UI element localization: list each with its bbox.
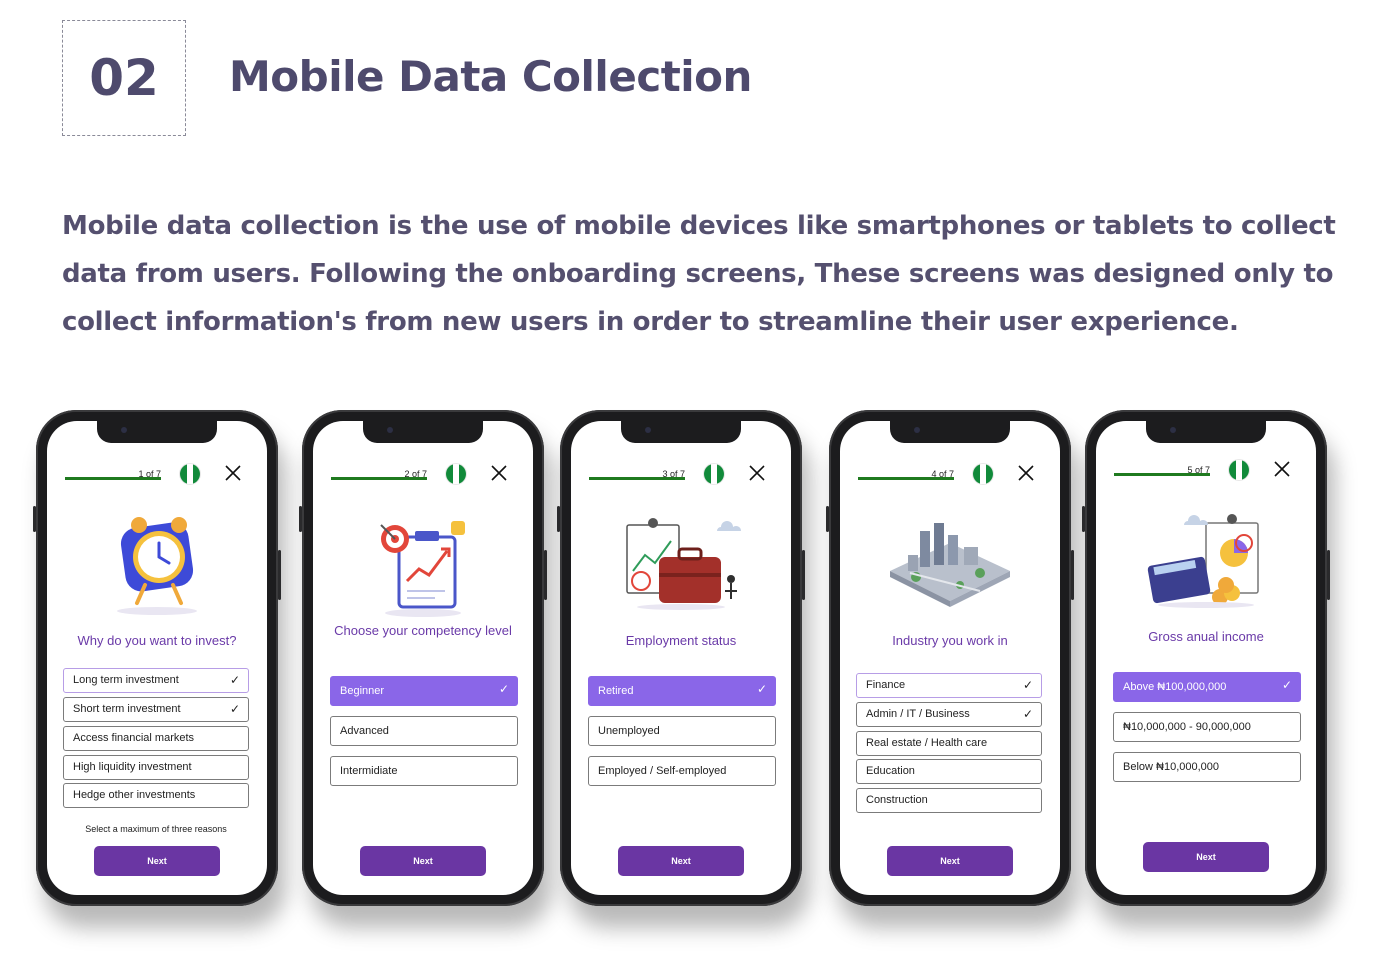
target-growth-chart-illustration [353, 511, 493, 621]
close-icon[interactable] [223, 463, 243, 483]
nigeria-flag-icon [445, 463, 467, 485]
phone-mockup-3: 3 of 7 Employment status Retired ✓ Unemp… [557, 410, 805, 906]
step-counter: 1 of 7 [138, 469, 161, 479]
phone-notch [1146, 421, 1266, 443]
alarm-clock-illustration [87, 511, 227, 621]
selection-hint: Select a maximum of three reasons [85, 824, 227, 834]
question-text: Gross anual income [1148, 629, 1264, 644]
next-button[interactable]: Next [360, 846, 486, 876]
isometric-city-illustration [880, 511, 1020, 621]
top-bar: 1 of 7 [65, 461, 261, 487]
phone-notch [97, 421, 217, 443]
next-button[interactable]: Next [1143, 842, 1269, 872]
close-icon[interactable] [1272, 459, 1292, 479]
top-bar: 5 of 7 [1114, 457, 1310, 483]
phone-mockup-5: 5 of 7 Gross anual income Above ₦100,000… [1082, 410, 1330, 906]
option-unemployed[interactable]: Unemployed [588, 716, 776, 746]
option-intermediate[interactable]: Intermidiate [330, 756, 518, 786]
option-above-100m[interactable]: Above ₦100,000,000 ✓ [1113, 672, 1301, 702]
section-intro: Mobile data collection is the use of mob… [62, 211, 1336, 337]
phone-notch [890, 421, 1010, 443]
phone-mockups: 1 of 7 Why do you want to invest? Long t… [0, 410, 1400, 950]
close-icon[interactable] [489, 463, 509, 483]
option-real-estate-health-care[interactable]: Real estate / Health care [856, 731, 1042, 756]
nigeria-flag-icon [1228, 459, 1250, 481]
phone-notch [363, 421, 483, 443]
next-button[interactable]: Next [94, 846, 220, 876]
phone-mockup-1: 1 of 7 Why do you want to invest? Long t… [33, 410, 281, 906]
close-icon[interactable] [1016, 463, 1036, 483]
option-high-liquidity-investment[interactable]: High liquidity investment [63, 755, 249, 780]
nigeria-flag-icon [179, 463, 201, 485]
phone-screen: 5 of 7 Gross anual income Above ₦100,000… [1096, 421, 1316, 895]
option-hedge-other-investments[interactable]: Hedge other investments [63, 783, 249, 808]
check-icon: ✓ [498, 682, 509, 696]
question-text: Employment status [625, 633, 737, 648]
option-education[interactable]: Education [856, 759, 1042, 784]
top-bar: 2 of 7 [331, 461, 527, 487]
step-counter: 4 of 7 [931, 469, 954, 479]
phone-mockup-2: 2 of 7 Choose your competency level Begi… [299, 410, 547, 906]
nigeria-flag-icon [703, 463, 725, 485]
section-title: Mobile Data Collection [229, 52, 752, 101]
phone-screen: 1 of 7 Why do you want to invest? Long t… [47, 421, 267, 895]
phone-screen: 3 of 7 Employment status Retired ✓ Unemp… [571, 421, 791, 895]
option-below-10m[interactable]: Below ₦10,000,000 [1113, 752, 1301, 782]
option-beginner[interactable]: Beginner ✓ [330, 676, 518, 706]
option-access-financial-markets[interactable]: Access financial markets [63, 726, 249, 751]
step-counter: 3 of 7 [662, 469, 685, 479]
top-bar: 3 of 7 [589, 461, 785, 487]
option-10m-90m[interactable]: ₦10,000,000 - 90,000,000 [1113, 712, 1301, 742]
top-bar: 4 of 7 [858, 461, 1054, 487]
option-admin-it-business[interactable]: Admin / IT / Business ✓ [856, 702, 1042, 727]
option-employed-self-employed[interactable]: Employed / Self-employed [588, 756, 776, 786]
step-counter: 2 of 7 [404, 469, 427, 479]
check-icon: ✓ [1022, 707, 1033, 721]
option-finance[interactable]: Finance ✓ [856, 673, 1042, 698]
phone-screen: 4 of 7 Industry you work in Finance ✓ Ad… [840, 421, 1060, 895]
close-icon[interactable] [747, 463, 767, 483]
nigeria-flag-icon [972, 463, 994, 485]
question-text: Choose your competency level [334, 623, 512, 638]
briefcase-team-illustration [611, 511, 751, 621]
next-button[interactable]: Next [618, 846, 744, 876]
next-button[interactable]: Next [887, 846, 1013, 876]
step-counter: 5 of 7 [1187, 465, 1210, 475]
option-advanced[interactable]: Advanced [330, 716, 518, 746]
check-icon: ✓ [229, 673, 240, 687]
phone-notch [621, 421, 741, 443]
check-icon: ✓ [756, 682, 767, 696]
option-short-term-investment[interactable]: Short term investment ✓ [63, 697, 249, 722]
calculator-coins-illustration [1136, 507, 1276, 617]
question-text: Industry you work in [892, 633, 1008, 648]
question-text: Why do you want to invest? [77, 633, 237, 648]
check-icon: ✓ [1022, 678, 1033, 692]
check-icon: ✓ [1281, 678, 1292, 692]
option-construction[interactable]: Construction [856, 788, 1042, 813]
phone-mockup-4: 4 of 7 Industry you work in Finance ✓ Ad… [826, 410, 1074, 906]
phone-screen: 2 of 7 Choose your competency level Begi… [313, 421, 533, 895]
check-icon: ✓ [229, 702, 240, 716]
option-long-term-investment[interactable]: Long term investment ✓ [63, 668, 249, 693]
option-retired[interactable]: Retired ✓ [588, 676, 776, 706]
section-number: 02 [62, 20, 186, 136]
